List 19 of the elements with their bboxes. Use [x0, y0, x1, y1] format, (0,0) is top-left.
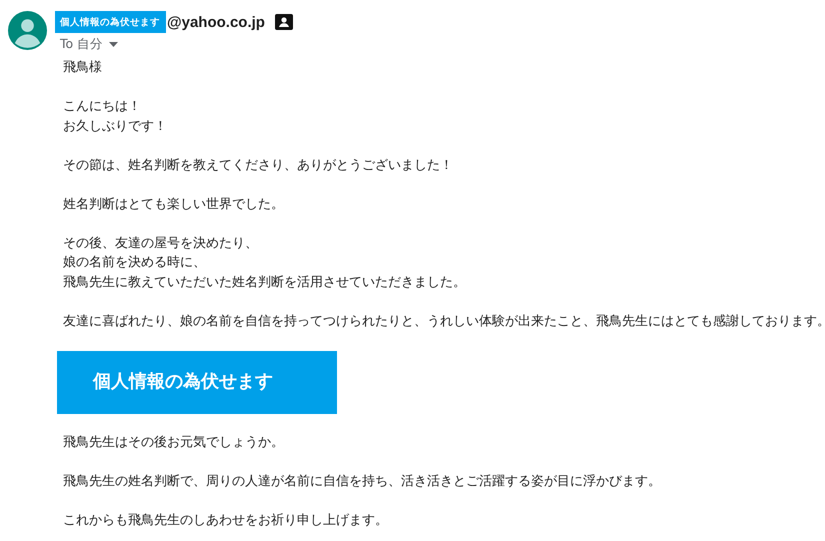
body-text-line: 友達に喜ばれたり、娘の名前を自信を持ってつけられたりと、うれしい体験が出来たこと、飛鳥先生にはとても感謝しております。: [63, 312, 825, 330]
body-text-line: 飛鳥様: [63, 59, 103, 77]
body-text-line: 娘の名前を決める時に、: [63, 254, 207, 272]
recipient-dropdown[interactable]: To 自分: [60, 36, 293, 53]
body-text-line: これからも飛鳥先生のしあわせをお祈り申し上げます。: [63, 512, 389, 530]
contact-card-icon[interactable]: [274, 14, 293, 30]
body-text-line: その節は、姓名判断を教えてくださり、ありがとうございました！: [63, 156, 454, 174]
body-text-line: 飛鳥先生はその後お元気でしょうか。: [63, 434, 285, 452]
body-text-line: こんにちは！: [63, 98, 142, 116]
redaction-banner: 個人情報の為伏せます: [57, 350, 337, 414]
caret-icon: [109, 42, 118, 47]
redaction-label: 個人情報の為伏せます: [55, 11, 166, 33]
body-text-line: 飛鳥先生の姓名判断で、周りの人達が名前に自信を持ち、活き活きとご活躍する姿が目に浮かびます。: [63, 473, 662, 491]
body-text-line: お久しぶりです！: [63, 118, 168, 136]
body-text-line: 姓名判断はとても楽しい世界でした。: [63, 196, 285, 214]
avatar-icon: [8, 11, 47, 50]
body-text-line: 飛鳥先生に教えていただいた姓名判断を活用させていただきました。: [63, 274, 467, 292]
body-text-line: その後、友達の屋号を決めたり、: [63, 234, 259, 252]
sender-address: @yahoo.co.jp: [167, 14, 265, 30]
